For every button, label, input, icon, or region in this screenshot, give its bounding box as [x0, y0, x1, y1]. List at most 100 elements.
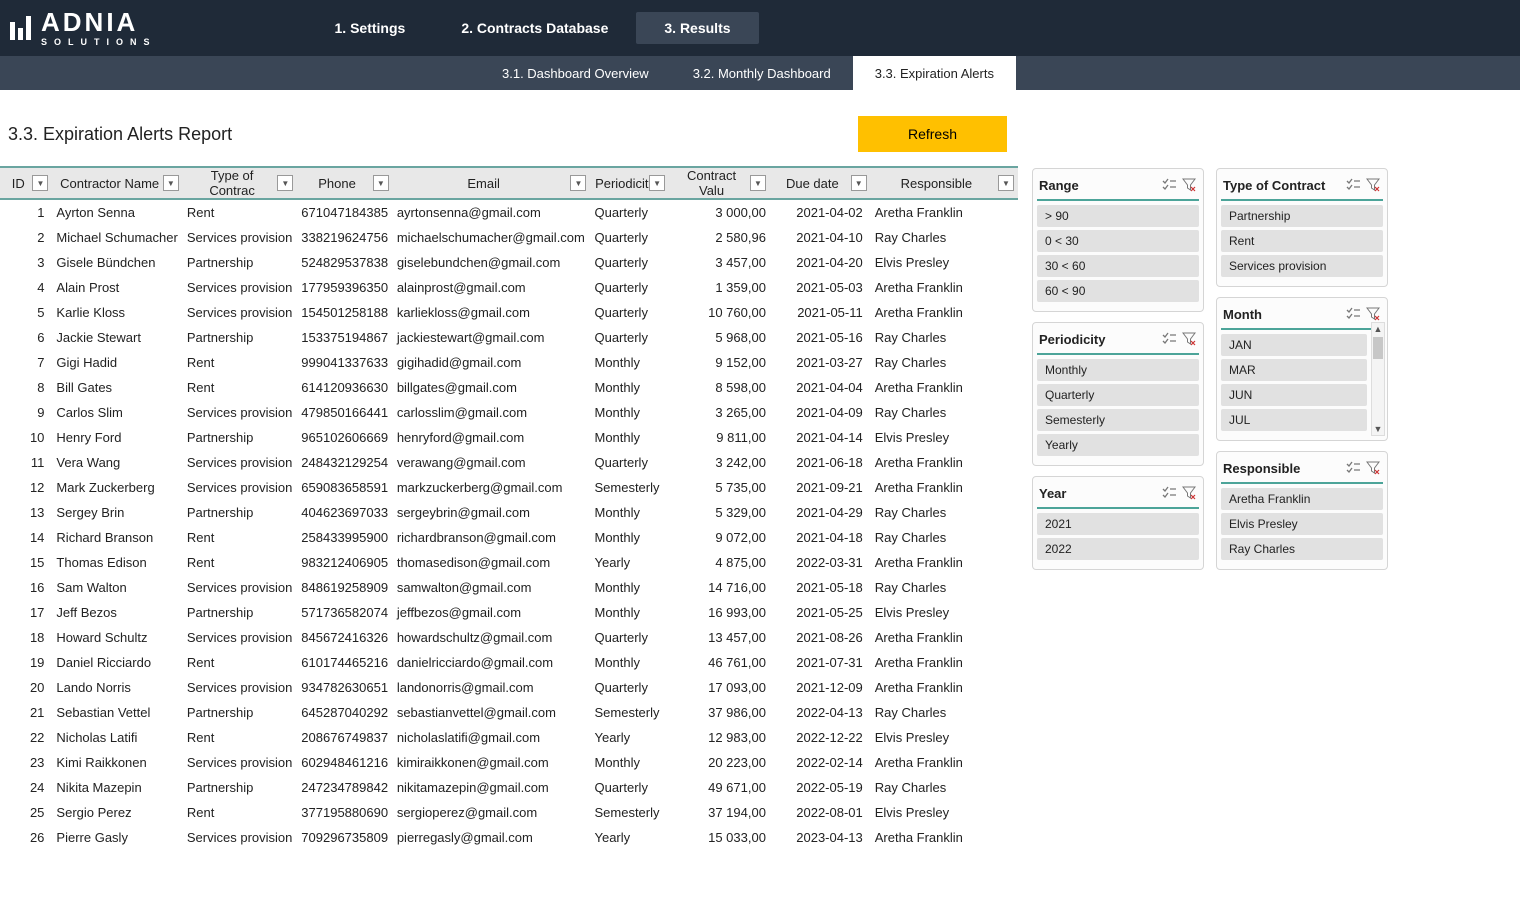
table-row[interactable]: 25Sergio PerezRent377195880690sergiopere…: [0, 800, 1018, 825]
cell-type: Rent: [183, 375, 297, 400]
table-row[interactable]: 9Carlos SlimServices provision4798501664…: [0, 400, 1018, 425]
clear-filter-icon[interactable]: [1181, 485, 1197, 501]
cell-type: Services provision: [183, 300, 297, 325]
slicer-item[interactable]: Rent: [1221, 230, 1383, 252]
multiselect-icon[interactable]: [1345, 460, 1361, 476]
slicer-item[interactable]: > 90: [1037, 205, 1199, 227]
slicer-item[interactable]: 0 < 30: [1037, 230, 1199, 252]
filter-dropdown-icon[interactable]: ▼: [570, 175, 586, 191]
filter-dropdown-icon[interactable]: ▼: [277, 175, 293, 191]
nav-3--results[interactable]: 3. Results: [636, 12, 758, 44]
multiselect-icon[interactable]: [1345, 177, 1361, 193]
table-row[interactable]: 13Sergey BrinPartnership404623697033serg…: [0, 500, 1018, 525]
table-row[interactable]: 1Ayrton SennaRent671047184385ayrtonsenna…: [0, 199, 1018, 225]
slicer-item[interactable]: Partnership: [1221, 205, 1383, 227]
cell-resp: Aretha Franklin: [871, 625, 1018, 650]
filter-dropdown-icon[interactable]: ▼: [163, 175, 179, 191]
slicer-item[interactable]: Monthly: [1037, 359, 1199, 381]
slicer-item[interactable]: 2021: [1037, 513, 1199, 535]
nav-1--settings[interactable]: 1. Settings: [307, 12, 434, 44]
filter-dropdown-icon[interactable]: ▼: [750, 175, 766, 191]
slicer-item[interactable]: Semesterly: [1037, 409, 1199, 431]
multiselect-icon[interactable]: [1161, 485, 1177, 501]
cell-type: Services provision: [183, 275, 297, 300]
filter-dropdown-icon[interactable]: ▼: [851, 175, 867, 191]
cell-type: Rent: [183, 550, 297, 575]
clear-filter-icon[interactable]: [1365, 460, 1381, 476]
slicer-item[interactable]: Aretha Franklin: [1221, 488, 1383, 510]
slicer-item[interactable]: 2022: [1037, 538, 1199, 560]
scrollbar[interactable]: ▲▼: [1371, 322, 1385, 436]
slicer-item[interactable]: MAR: [1221, 359, 1367, 381]
cell-resp: Ray Charles: [871, 500, 1018, 525]
table-row[interactable]: 11Vera WangServices provision24843212925…: [0, 450, 1018, 475]
slicer-item[interactable]: JUL: [1221, 409, 1367, 431]
slicer-item[interactable]: Services provision: [1221, 255, 1383, 277]
cell-resp: Aretha Franklin: [871, 275, 1018, 300]
scroll-up-icon[interactable]: ▲: [1374, 323, 1383, 335]
slicer-item[interactable]: 60 < 90: [1037, 280, 1199, 302]
nav-2--contracts-database[interactable]: 2. Contracts Database: [433, 12, 636, 44]
cell-due: 2022-05-19: [770, 775, 871, 800]
table-row[interactable]: 3Gisele BündchenPartnership524829537838g…: [0, 250, 1018, 275]
table-row[interactable]: 12Mark ZuckerbergServices provision65908…: [0, 475, 1018, 500]
refresh-button[interactable]: Refresh: [858, 116, 1007, 152]
cell-value: 37 986,00: [669, 700, 770, 725]
table-row[interactable]: 20Lando NorrisServices provision93478263…: [0, 675, 1018, 700]
clear-filter-icon[interactable]: [1365, 306, 1381, 322]
cell-id: 25: [0, 800, 52, 825]
cell-email: nikitamazepin@gmail.com: [393, 775, 591, 800]
table-row[interactable]: 4Alain ProstServices provision1779593963…: [0, 275, 1018, 300]
table-row[interactable]: 2Michael SchumacherServices provision338…: [0, 225, 1018, 250]
scroll-down-icon[interactable]: ▼: [1374, 423, 1383, 435]
filter-dropdown-icon[interactable]: ▼: [32, 175, 48, 191]
slicer-item[interactable]: Yearly: [1037, 434, 1199, 456]
table-row[interactable]: 5Karlie KlossServices provision154501258…: [0, 300, 1018, 325]
cell-value: 1 359,00: [669, 275, 770, 300]
filter-dropdown-icon[interactable]: ▼: [649, 175, 665, 191]
subnav-3-1--dashboard-overview[interactable]: 3.1. Dashboard Overview: [480, 56, 671, 90]
table-row[interactable]: 7Gigi HadidRent999041337633gigihadid@gma…: [0, 350, 1018, 375]
table-row[interactable]: 23Kimi RaikkonenServices provision602948…: [0, 750, 1018, 775]
slicer-item[interactable]: 30 < 60: [1037, 255, 1199, 277]
table-row[interactable]: 22Nicholas LatifiRent208676749837nichola…: [0, 725, 1018, 750]
cell-period: Semesterly: [590, 700, 669, 725]
slicer-item[interactable]: Elvis Presley: [1221, 513, 1383, 535]
slicer-item[interactable]: Quarterly: [1037, 384, 1199, 406]
scroll-thumb[interactable]: [1373, 337, 1383, 359]
cell-email: karliekloss@gmail.com: [393, 300, 591, 325]
slicer-item[interactable]: JAN: [1221, 334, 1367, 356]
cell-due: 2021-04-02: [770, 199, 871, 225]
cell-phone: 671047184385: [297, 199, 393, 225]
table-row[interactable]: 14Richard BransonRent258433995900richard…: [0, 525, 1018, 550]
cell-email: jackiestewart@gmail.com: [393, 325, 591, 350]
clear-filter-icon[interactable]: [1181, 331, 1197, 347]
cell-id: 11: [0, 450, 52, 475]
table-row[interactable]: 15Thomas EdisonRent983212406905thomasedi…: [0, 550, 1018, 575]
slicer-item[interactable]: JUN: [1221, 384, 1367, 406]
subnav-3-2--monthly-dashboard[interactable]: 3.2. Monthly Dashboard: [671, 56, 853, 90]
slicer-item[interactable]: Ray Charles: [1221, 538, 1383, 560]
table-row[interactable]: 16Sam WaltonServices provision8486192589…: [0, 575, 1018, 600]
table-row[interactable]: 17Jeff BezosPartnership571736582074jeffb…: [0, 600, 1018, 625]
cell-phone: 154501258188: [297, 300, 393, 325]
table-row[interactable]: 19Daniel RicciardoRent610174465216daniel…: [0, 650, 1018, 675]
table-row[interactable]: 21Sebastian VettelPartnership64528704029…: [0, 700, 1018, 725]
cell-period: Quarterly: [590, 625, 669, 650]
filter-dropdown-icon[interactable]: ▼: [373, 175, 389, 191]
cell-id: 18: [0, 625, 52, 650]
subnav-3-3--expiration-alerts[interactable]: 3.3. Expiration Alerts: [853, 56, 1016, 90]
filter-dropdown-icon[interactable]: ▼: [998, 175, 1014, 191]
clear-filter-icon[interactable]: [1365, 177, 1381, 193]
multiselect-icon[interactable]: [1161, 331, 1177, 347]
table-row[interactable]: 18Howard SchultzServices provision845672…: [0, 625, 1018, 650]
multiselect-icon[interactable]: [1161, 177, 1177, 193]
table-row[interactable]: 26Pierre GaslyServices provision70929673…: [0, 825, 1018, 850]
table-row[interactable]: 24Nikita MazepinPartnership247234789842n…: [0, 775, 1018, 800]
table-row[interactable]: 10Henry FordPartnership965102606669henry…: [0, 425, 1018, 450]
table-row[interactable]: 6Jackie StewartPartnership153375194867ja…: [0, 325, 1018, 350]
cell-resp: Aretha Franklin: [871, 675, 1018, 700]
clear-filter-icon[interactable]: [1181, 177, 1197, 193]
multiselect-icon[interactable]: [1345, 306, 1361, 322]
table-row[interactable]: 8Bill GatesRent614120936630billgates@gma…: [0, 375, 1018, 400]
